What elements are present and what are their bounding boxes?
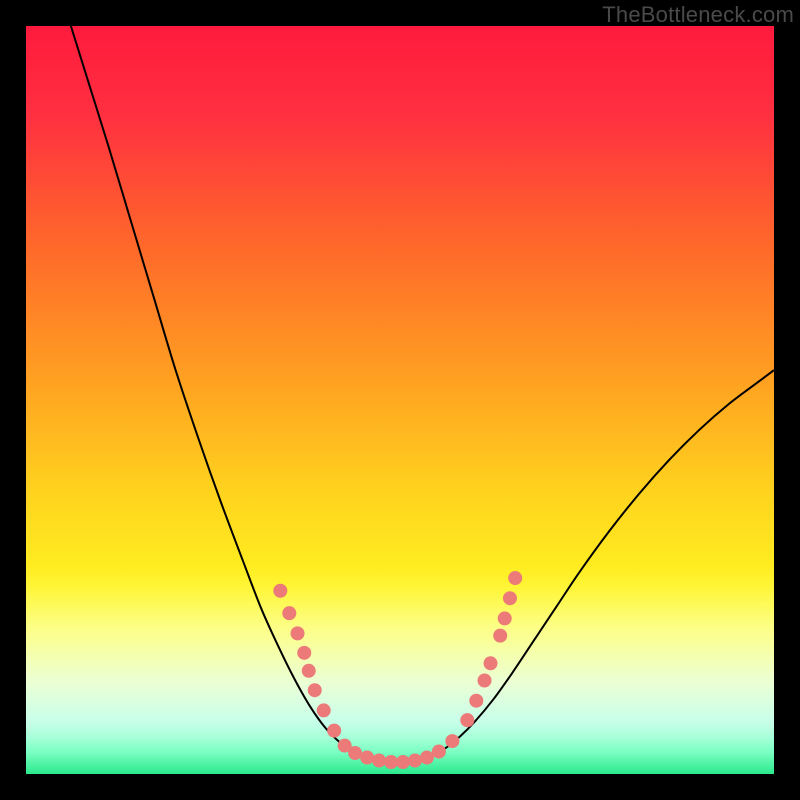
curve-marker (297, 646, 311, 660)
curve-marker (460, 713, 474, 727)
curve-marker (317, 703, 331, 717)
curve-marker (498, 611, 512, 625)
curve-marker (302, 664, 316, 678)
curve-marker (360, 751, 374, 765)
watermark-text: TheBottleneck.com (602, 2, 794, 28)
curve-marker (282, 606, 296, 620)
curve-marker (484, 656, 498, 670)
curve-marker (493, 629, 507, 643)
curve-marker (372, 754, 386, 768)
curve-marker (503, 591, 517, 605)
curve-marker (508, 571, 522, 585)
curve-marker (348, 746, 362, 760)
chart-frame (26, 26, 774, 774)
curve-marker (478, 674, 492, 688)
curve-marker (273, 584, 287, 598)
curve-marker (291, 626, 305, 640)
curve-marker (384, 755, 398, 769)
bottleneck-chart (26, 26, 774, 774)
curve-marker (396, 755, 410, 769)
curve-marker (420, 751, 434, 765)
curve-marker (432, 745, 446, 759)
curve-marker (408, 754, 422, 768)
curve-marker (469, 694, 483, 708)
soft-band (26, 565, 774, 748)
curve-marker (327, 724, 341, 738)
curve-marker (308, 683, 322, 697)
curve-marker (445, 734, 459, 748)
